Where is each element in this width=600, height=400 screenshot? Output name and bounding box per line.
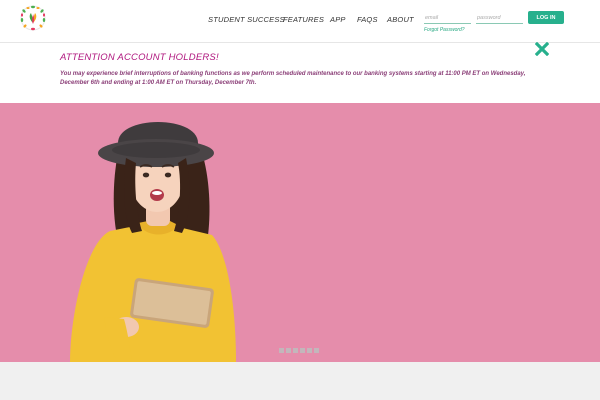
carousel-dot[interactable] [293,348,298,353]
nav-faqs[interactable]: FAQS [357,15,378,24]
carousel-dot[interactable] [314,348,319,353]
nav-app[interactable]: APP [330,15,346,24]
content-below-hero [0,362,600,400]
hero-photo-woman-icon [70,122,236,362]
nav-student-success[interactable]: STUDENT SUCCESS [208,15,285,24]
nav-features[interactable]: FEATURES [283,15,324,24]
carousel-dot[interactable] [286,348,291,353]
alert-title: ATTENTION ACCOUNT HOLDERS! [60,52,219,63]
site-header: STUDENT SUCCESS FEATURES APP FAQS ABOUT … [0,0,600,43]
alert-message: You may experience brief interruptions o… [60,71,526,86]
carousel-dot[interactable] [307,348,312,353]
login-button[interactable]: LOG IN [528,11,564,24]
carousel-dot[interactable] [279,348,284,353]
nav-about[interactable]: ABOUT [387,15,414,24]
password-input[interactable] [476,12,523,24]
carousel-indicators [279,348,319,353]
maintenance-alert: ATTENTION ACCOUNT HOLDERS! You may exper… [0,43,600,103]
close-icon[interactable] [535,42,549,56]
hero-banner [0,103,600,362]
logo-icon[interactable] [18,3,48,33]
email-input[interactable] [424,12,471,24]
forgot-password-link[interactable]: Forgot Password? [424,27,465,33]
carousel-dot[interactable] [300,348,305,353]
